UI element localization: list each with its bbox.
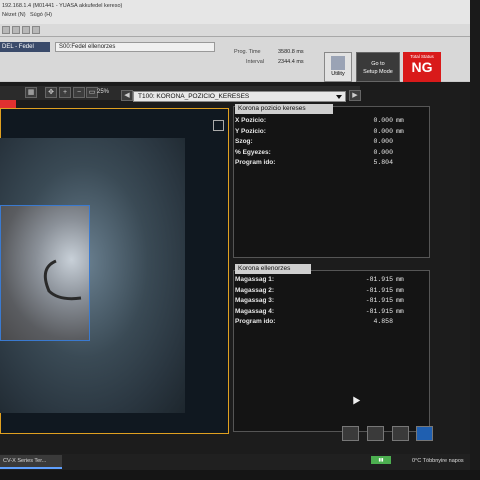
result-value: -81.915 [365, 297, 393, 304]
total-status-indicator: Total Status NG [403, 52, 441, 82]
pan-icon[interactable]: ✥ [45, 87, 57, 98]
result-value: -81.915 [365, 276, 393, 283]
program-selector[interactable]: DEL - Fedel [0, 42, 50, 52]
prog-time-label: Prog. Time [234, 49, 261, 55]
layout-icon[interactable]: ▦ [25, 87, 37, 98]
weather-status: 0°C Többnyire napos [412, 458, 464, 464]
result-value: -81.915 [365, 286, 393, 294]
panel-title-position: Korona pozicio kereses [235, 104, 333, 114]
menu-help[interactable]: Súgó (H) [30, 12, 52, 18]
taskbar-app-button[interactable]: CV-X Series Ter... [0, 455, 62, 469]
result-value: 5.804 [373, 159, 393, 166]
chart-icon[interactable] [367, 426, 384, 441]
prog-time-value: 3580.8 ms [278, 49, 304, 55]
prev-tool-icon[interactable]: ◀ [121, 90, 133, 101]
result-value: 0.000 [373, 117, 393, 124]
result-unit: mm [396, 127, 404, 135]
app-toolbar [0, 24, 470, 37]
list-icon[interactable] [392, 426, 409, 441]
result-value: 0.000 [373, 148, 393, 156]
result-value: 0.000 [373, 127, 393, 135]
result-label: Program ido: [235, 159, 276, 166]
zoom-level: 25% [97, 89, 110, 95]
monitor-bezel-bottom [0, 470, 480, 480]
result-panel-check [233, 270, 430, 432]
image-view-icon[interactable] [342, 426, 359, 441]
panel-title-check: Korona ellenorzes [235, 264, 311, 274]
result-label: Magassag 1: [235, 276, 275, 283]
result-value: 0.000 [373, 138, 393, 145]
utility-button[interactable]: Utility [324, 52, 352, 82]
setup-label-2: Setup Mode [363, 69, 393, 75]
result-label: Magassag 4: [235, 307, 275, 315]
scene-selector[interactable]: S00:Fedel ellenorzes [55, 42, 215, 52]
utility-label: Utility [331, 71, 345, 77]
tool-icon-4[interactable] [32, 26, 40, 34]
monitor-icon[interactable] [416, 426, 433, 441]
image-tab-marker [0, 100, 16, 108]
chevron-down-icon [336, 95, 342, 99]
interval-value: 2344.4 ms [278, 59, 304, 65]
result-label: Magassag 2: [235, 286, 275, 294]
result-value: -81.915 [365, 307, 393, 315]
menu-view[interactable]: Nézet (N) [2, 12, 26, 18]
result-unit: mm [396, 117, 404, 124]
tool-dropdown-value: T100: KORONA_POZICIO_KERESES [138, 93, 250, 100]
result-label: Y Pozicio: [235, 127, 266, 135]
window-titlebar: 192.168.1.4 (M01441 - YUASA akkufedel ke… [0, 0, 470, 24]
utility-icon [331, 56, 345, 70]
zoom-in-icon[interactable]: + [59, 87, 71, 98]
crown-arc-icon [43, 259, 82, 301]
result-unit: mm [396, 297, 404, 304]
result-label: X Pozicio: [235, 117, 267, 124]
interval-label: Interval [246, 59, 265, 65]
monitor-screen: 192.168.1.4 (M01441 - YUASA akkufedel ke… [0, 0, 470, 470]
battery-icon: ▮▮ [371, 456, 391, 464]
result-unit: mm [396, 286, 404, 294]
result-value: 4.858 [373, 318, 393, 325]
result-label: % Egyezes: [235, 148, 271, 156]
result-label: Szog: [235, 138, 253, 145]
result-label: Program ido: [235, 318, 276, 325]
tool-icon-3[interactable] [22, 26, 30, 34]
result-label: Magassag 3: [235, 297, 275, 304]
monitor-bezel-right [470, 0, 480, 480]
next-tool-icon[interactable]: ▶ [349, 90, 361, 101]
total-status-value: NG [411, 59, 433, 75]
setup-mode-button[interactable]: Go to Setup Mode [356, 52, 400, 82]
tool-icon-2[interactable] [12, 26, 20, 34]
window-title: 192.168.1.4 (M01441 - YUASA akkufedel ke… [2, 3, 123, 9]
result-unit: mm [396, 307, 404, 315]
setup-label-1: Go to [371, 61, 385, 67]
total-status-label: Total Status [410, 54, 434, 59]
result-unit: mm [396, 276, 404, 283]
fullscreen-icon[interactable] [213, 120, 224, 131]
tool-icon-1[interactable] [2, 26, 10, 34]
zoom-out-icon[interactable]: − [73, 87, 85, 98]
tool-dropdown[interactable]: T100: KORONA_POZICIO_KERESES [133, 91, 346, 102]
roi-rectangle[interactable] [0, 205, 90, 341]
os-taskbar [0, 454, 470, 470]
